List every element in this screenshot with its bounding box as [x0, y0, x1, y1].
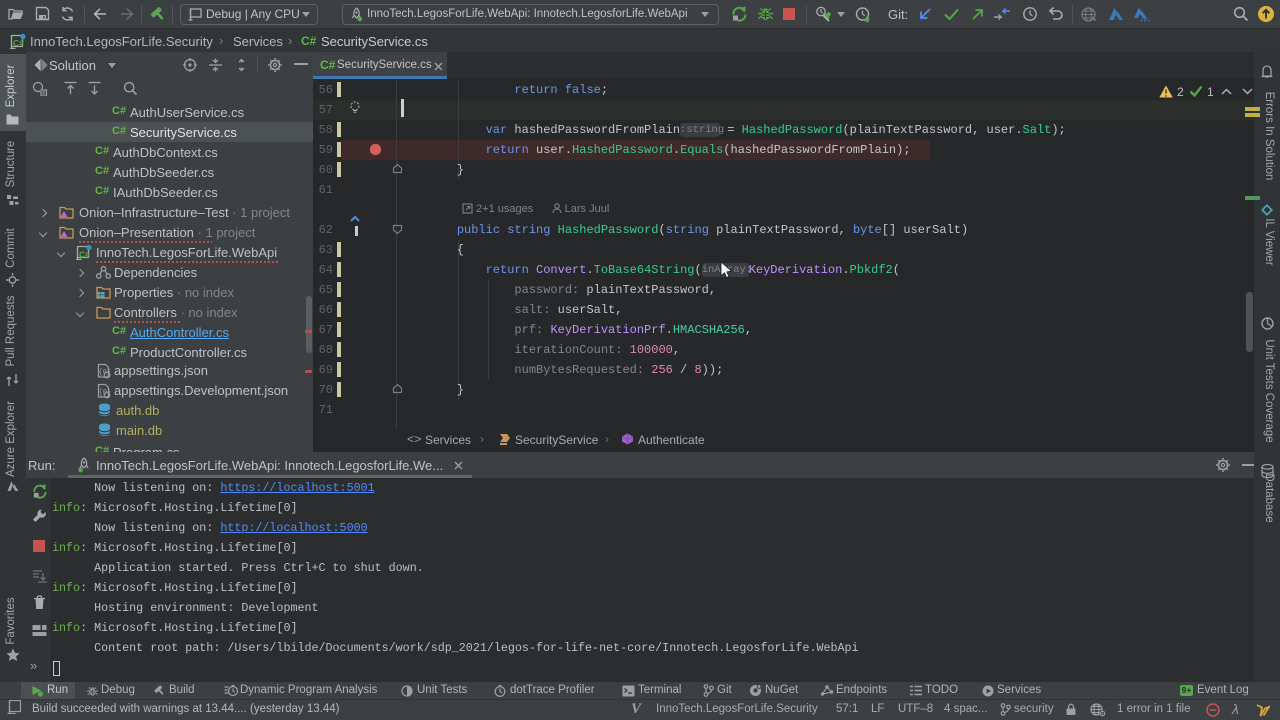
- svg-text:C#: C#: [79, 250, 90, 260]
